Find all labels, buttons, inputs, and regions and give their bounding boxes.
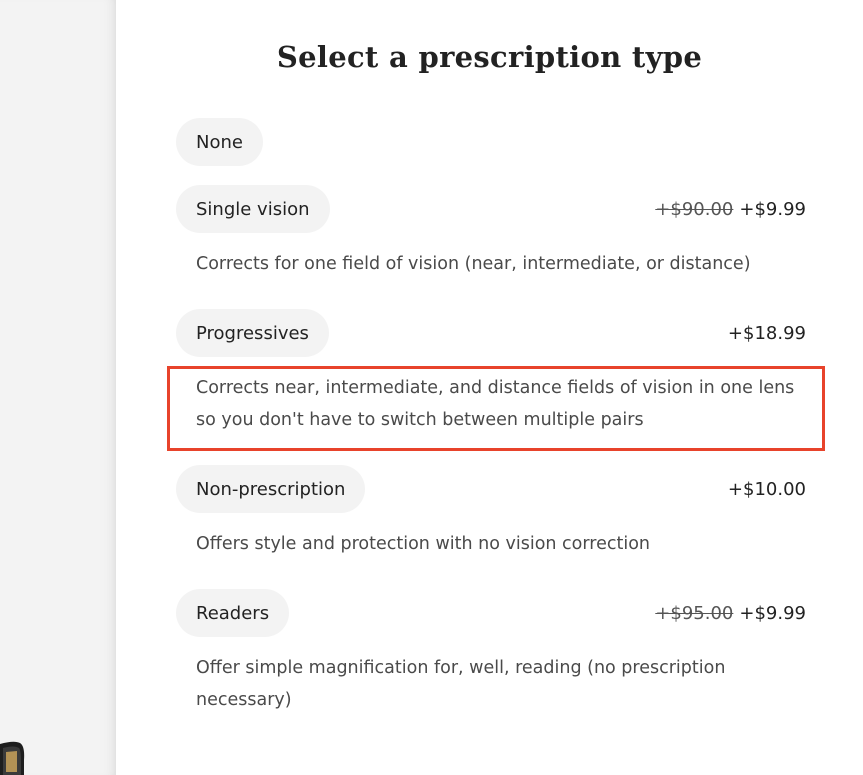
option-single-vision[interactable]: Single vision +$90.00 +$9.99 bbox=[176, 185, 806, 233]
option-label[interactable]: Progressives bbox=[176, 309, 329, 357]
product-preview-pane bbox=[0, 0, 116, 775]
option-non-prescription[interactable]: Non-prescription +$10.00 bbox=[176, 465, 806, 513]
glasses-product-image bbox=[0, 741, 25, 775]
sale-price: +$18.99 bbox=[727, 322, 806, 344]
page-title: Select a prescription type bbox=[276, 40, 703, 74]
option-label[interactable]: Non-prescription bbox=[176, 465, 366, 513]
option-price: +$90.00 +$9.99 bbox=[655, 199, 806, 220]
original-price: +$95.00 bbox=[655, 602, 734, 624]
option-label[interactable]: Readers bbox=[176, 589, 290, 637]
option-none[interactable]: None bbox=[176, 118, 806, 166]
option-progressives[interactable]: Progressives +$18.99 bbox=[176, 309, 806, 357]
option-label[interactable]: Single vision bbox=[176, 185, 330, 233]
option-label[interactable]: None bbox=[176, 118, 263, 166]
sale-price: +$10.00 bbox=[727, 478, 806, 500]
option-description: Offers style and protection with no visi… bbox=[196, 534, 650, 554]
original-price: +$90.00 bbox=[655, 198, 734, 220]
highlight-box bbox=[167, 366, 825, 451]
option-description: Offer simple magnification for, well, re… bbox=[196, 658, 726, 710]
option-price: +$95.00 +$9.99 bbox=[655, 603, 806, 624]
sale-price: +$9.99 bbox=[739, 602, 806, 624]
option-readers[interactable]: Readers +$95.00 +$9.99 bbox=[176, 589, 806, 637]
sale-price: +$9.99 bbox=[739, 198, 806, 220]
option-description: Corrects for one field of vision (near, … bbox=[196, 254, 751, 274]
